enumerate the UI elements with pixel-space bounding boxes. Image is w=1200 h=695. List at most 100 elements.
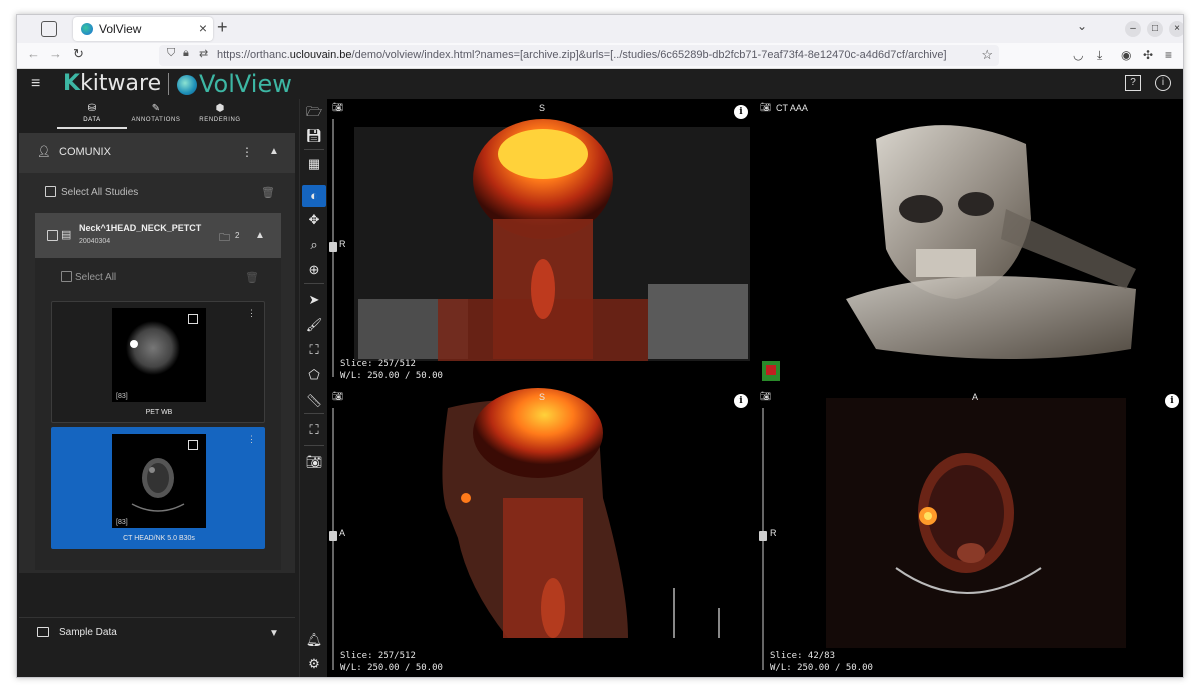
url-text[interactable]: https://orthanc.uclouvain.be/demo/volvie… — [217, 49, 977, 61]
orientation-left-label: R — [770, 528, 777, 538]
pocket-icon[interactable]: ◡ — [1073, 48, 1083, 62]
download-icon[interactable]: ⤓ — [1097, 48, 1102, 63]
patient-header[interactable]: 👤︎ COMUNIX ⋮ ▲ — [19, 133, 295, 173]
notifications-bell-icon[interactable]: 🔔︎ — [302, 629, 326, 651]
study-name: Neck^1HEAD_NECK_PETCT — [79, 223, 202, 233]
series-folder-icon: 🗀︎ — [219, 232, 230, 244]
series-thumbnail: [83] — [112, 434, 206, 528]
reload-icon[interactable]: ↻ — [73, 46, 84, 62]
database-icon: ⛁ — [87, 103, 97, 114]
tool-divider — [304, 445, 324, 446]
zoom-icon[interactable]: ⌕ — [302, 234, 326, 256]
paint-brush-icon[interactable]: 🖌︎ — [302, 314, 326, 336]
chevron-up-icon[interactable]: ▲ — [269, 146, 279, 157]
new-tab-icon[interactable]: + — [217, 17, 228, 38]
back-icon[interactable]: ← — [27, 46, 40, 61]
polygon-icon[interactable]: ⬠ — [302, 364, 326, 386]
shield-icon[interactable]: ⛉ — [167, 47, 175, 60]
viewport-coronal[interactable]: 📷︎ S R i Slice: 257/512 W/L: 250.00 / 50… — [328, 99, 754, 386]
forward-icon[interactable]: → — [49, 46, 62, 61]
screenshot-icon[interactable]: 📷︎ — [302, 451, 326, 473]
image-icon — [37, 627, 49, 637]
layout-icon[interactable]: ▦ — [302, 153, 326, 175]
cube-icon: ⬢ — [215, 103, 225, 114]
save-icon[interactable]: 💾︎ — [302, 125, 326, 147]
orientation-left-label: R — [339, 239, 346, 249]
lock-icon[interactable]: 🔒︎ — [183, 47, 189, 60]
slice-slider-thumb[interactable] — [759, 531, 767, 541]
window-level-readout: W/L: 250.00 / 50.00 — [340, 663, 443, 673]
select-all-series-checkbox[interactable] — [61, 271, 72, 282]
delete-series-icon[interactable]: 🗑︎ — [245, 271, 259, 284]
camera-icon[interactable]: 📷︎ — [332, 391, 343, 402]
viewport-sagittal[interactable]: 📷︎ S A i Slice: 257/512 W/L: 250.00 / 50… — [328, 388, 754, 677]
select-cursor-icon[interactable]: ➤ — [302, 289, 326, 311]
series-menu-icon[interactable]: ⋮ — [247, 434, 256, 445]
ruler-icon[interactable]: 📏︎ — [302, 390, 326, 412]
pan-icon[interactable]: ✥ — [302, 209, 326, 231]
tab-data[interactable]: ⛁ DATA — [57, 103, 127, 129]
close-window-icon[interactable]: × — [1169, 21, 1183, 37]
camera-icon[interactable]: 📷︎ — [332, 102, 343, 113]
camera-icon[interactable]: 📷︎ — [760, 391, 771, 402]
study-folder-icon: ▤ — [61, 229, 72, 241]
series-frame-count: [83] — [116, 393, 128, 400]
close-tab-icon[interactable]: × — [199, 20, 207, 36]
account-icon[interactable]: ◉ — [1121, 48, 1131, 62]
info-icon[interactable]: i — [1155, 75, 1171, 91]
series-menu-icon[interactable]: ⋮ — [247, 308, 256, 319]
permissions-icon[interactable]: ⇄ — [199, 47, 208, 60]
orientation-top-label: A — [972, 392, 979, 402]
series-checkbox[interactable] — [188, 440, 198, 450]
maximize-icon[interactable]: □ — [1147, 21, 1163, 37]
tab-rendering[interactable]: ⬢ RENDERING — [185, 103, 255, 129]
window-level-icon[interactable]: ◐ — [302, 185, 326, 207]
series-checkbox[interactable] — [188, 314, 198, 324]
orientation-top-label: S — [539, 103, 546, 113]
series-list: Select All 🗑︎ [83] ⋮ PET WB [83] ⋮ CT HE… — [35, 258, 281, 570]
viewport-3d[interactable]: 📷︎ CT AAA — [756, 99, 1183, 386]
browser-tabbar: VolView × + ⌄ – □ × — [17, 15, 1183, 43]
viewport-annotations: Slice: 42/83 W/L: 250.00 / 50.00 — [770, 650, 873, 674]
rectangle-icon[interactable]: ⛶ — [302, 339, 326, 361]
extensions-icon[interactable]: ✣ — [1143, 48, 1153, 62]
url-bar[interactable]: ⛉ 🔒︎ ⇄ https://orthanc.uclouvain.be/demo… — [159, 45, 999, 66]
series-card-ct[interactable]: [83] ⋮ CT HEAD/NK 5.0 B30s — [51, 427, 265, 549]
patient-menu-icon[interactable]: ⋮ — [241, 145, 253, 159]
info-icon[interactable]: i — [734, 105, 748, 119]
study-row[interactable]: ▤ Neck^1HEAD_NECK_PETCT 20040304 🗀︎ 2 ▲ — [35, 213, 281, 258]
settings-gear-icon[interactable]: ⚙ — [302, 653, 326, 675]
hamburger-menu-icon[interactable]: ≡ — [31, 75, 40, 93]
study-chevron-up-icon[interactable]: ▲ — [255, 230, 265, 241]
slice-slider-thumb[interactable] — [329, 531, 337, 541]
chevron-down-icon[interactable]: ▼ — [269, 628, 279, 639]
bookmark-star-icon[interactable]: ☆ — [981, 47, 993, 63]
pencil-icon: ✎ — [151, 103, 161, 114]
tab-annotations[interactable]: ✎ ANNOTATIONS — [121, 103, 191, 129]
app-header: ≡ Kkitware VolView ? i — [17, 69, 1183, 99]
volview-favicon-icon — [81, 23, 93, 35]
tab-overview-icon[interactable] — [41, 21, 57, 37]
browser-tab-volview[interactable]: VolView × — [73, 17, 213, 41]
open-files-icon[interactable]: 🗁︎ — [302, 101, 326, 123]
select-all-studies-label: Select All Studies — [61, 187, 139, 198]
sagittal-image — [442, 388, 720, 638]
series-card-pet[interactable]: [83] ⋮ PET WB — [51, 301, 265, 423]
tool-divider — [304, 283, 324, 284]
select-all-studies-checkbox[interactable] — [45, 186, 56, 197]
logo-divider — [168, 73, 169, 95]
info-icon[interactable]: i — [734, 394, 748, 408]
viewport-axial[interactable]: 📷︎ A R i Slice: 42/83 W/L: 250.00 / 50.0… — [756, 388, 1183, 677]
info-icon[interactable]: i — [1165, 394, 1179, 408]
crop-icon[interactable]: ⛶ — [302, 419, 326, 441]
menu-icon[interactable]: ≡ — [1165, 48, 1172, 62]
chevron-down-icon[interactable]: ⌄ — [1077, 19, 1087, 33]
camera-icon[interactable]: 📷︎ — [760, 102, 771, 113]
sample-data-row[interactable]: Sample Data ▼ — [19, 617, 295, 647]
crosshairs-icon[interactable]: ⊕ — [302, 259, 326, 281]
study-checkbox[interactable] — [47, 230, 58, 241]
feedback-icon[interactable]: ? — [1125, 75, 1141, 91]
slice-slider-thumb[interactable] — [329, 242, 337, 252]
minimize-icon[interactable]: – — [1125, 21, 1141, 37]
delete-studies-icon[interactable]: 🗑︎ — [261, 186, 275, 199]
